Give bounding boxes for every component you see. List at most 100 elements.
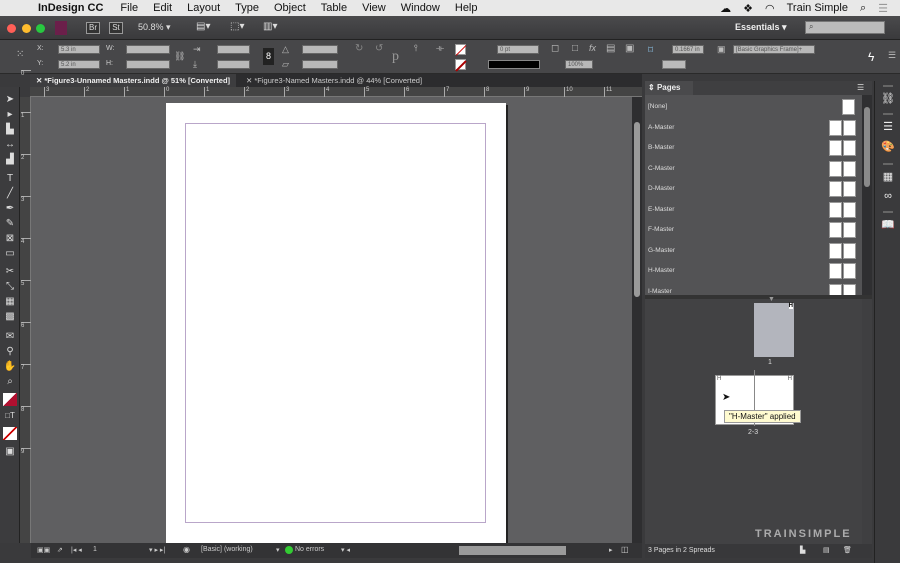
opacity-field[interactable]: 100% [565,60,593,69]
document-page[interactable] [166,103,506,544]
shear-angle-field[interactable] [302,60,338,69]
rotate-cw-icon[interactable]: ↻ [355,43,363,54]
preflight-dropdown-arrow[interactable]: ▾ [276,546,280,554]
panel-menu-icon[interactable]: ☰ [888,50,896,61]
rectangle-frame-tool-icon[interactable]: ⊠ [3,232,17,245]
page-number-field[interactable]: 1 [93,546,153,553]
page-tool-icon[interactable]: ▙ [3,123,17,136]
zoom-window-button[interactable] [36,24,45,33]
object-style-dropdown[interactable]: [Basic Graphics Frame]+ [733,45,815,54]
screen-mode-icon[interactable]: ⬚▾ [230,21,244,32]
minimize-window-button[interactable] [22,24,31,33]
master-thumbnail[interactable] [843,201,856,218]
book-icon[interactable]: 📖 [879,217,897,233]
wifi-icon[interactable]: ◠ [765,2,775,15]
menu-layout[interactable]: Layout [187,2,220,14]
y-position-field[interactable]: 5.2 in [58,60,100,69]
master-row[interactable]: E-Master [645,200,860,220]
master-thumbnail[interactable] [829,222,842,238]
master-row[interactable]: D-Master [645,179,860,199]
corner-shape-dropdown[interactable] [662,60,686,69]
open-page-icon[interactable]: ▣▣ [37,546,50,554]
menu-window[interactable]: Window [401,2,440,14]
page-dropdown-arrow[interactable]: ▾ ▸ ▸| [149,546,165,554]
type-tool-icon[interactable]: T [3,172,17,185]
menu-object[interactable]: Object [274,2,306,14]
menu-type[interactable]: Type [235,2,259,14]
page-1-thumbnail[interactable]: H [754,303,794,357]
vertical-scrollbar[interactable] [632,97,642,543]
select-content-icon[interactable]: ⟛ [436,43,444,54]
master-thumbnail[interactable] [843,242,856,259]
scroll-right-arrow[interactable]: ▸ [609,546,613,554]
wrap-bounding-icon[interactable]: ▣ [625,43,634,54]
app-menu[interactable]: InDesign CC [38,2,103,14]
frame-offset-field[interactable]: 0.1667 in [672,45,704,54]
gap-tool-icon[interactable]: ↔ [3,138,17,151]
help-search-input[interactable]: ⌕ [805,21,885,34]
rotation-angle-field[interactable] [302,45,338,54]
zoom-level-dropdown[interactable]: 50.8% ▾ [138,22,171,33]
master-row[interactable]: B-Master [645,138,860,158]
horizontal-ruler[interactable]: 3 2 1 0 1 2 3 4 5 6 7 8 9 10 11 [30,87,642,97]
master-row[interactable]: [None] [645,97,860,117]
scissors-tool-icon[interactable]: ✂ [3,265,17,278]
creative-cloud-icon[interactable]: ☁ [720,2,731,15]
master-thumbnail[interactable] [829,160,842,177]
width-field[interactable] [126,45,170,54]
user-name[interactable]: Train Simple [787,2,848,14]
constrain-scale-icon[interactable]: 8 [263,48,274,65]
errors-menu-arrow[interactable]: ▾ ◂ [341,546,350,554]
content-collector-icon[interactable]: ▟ [3,153,17,166]
split-window-icon[interactable]: ◫ [621,545,629,554]
scale-x-field[interactable] [217,45,250,54]
quick-apply-icon[interactable]: ϟ [868,50,874,64]
stock-button[interactable]: St [109,22,123,34]
frame-fitting-icon[interactable]: □ [572,43,578,54]
gradient-feather-tool-icon[interactable]: ▩ [3,310,17,323]
eyedropper-tool-icon[interactable]: ⚲ [3,345,17,358]
preflight-icon[interactable]: ◉ [183,545,190,554]
spotlight-icon[interactable]: ⌕ [860,2,866,15]
table-panel-icon[interactable]: ▦ [879,169,897,185]
master-thumbnail[interactable] [829,263,842,279]
fill-stroke-icon[interactable] [3,393,17,406]
masters-scroll-thumb[interactable] [864,107,870,187]
vertical-ruler[interactable]: 0 1 2 3 4 5 6 7 8 9 [20,70,31,543]
selection-tool-icon[interactable]: ➤ [3,93,17,106]
master-row[interactable]: G-Master [645,241,860,261]
delete-page-icon[interactable]: 🗑 [843,544,852,558]
zoom-tool-icon[interactable]: ⌕ [3,375,17,388]
reference-point-icon[interactable]: ⁙ [16,49,24,60]
master-row[interactable]: F-Master [645,220,860,240]
master-thumbnail[interactable] [843,160,856,177]
close-window-button[interactable] [7,24,16,33]
apply-none-icon[interactable] [3,427,17,440]
pages-panel-menu-icon[interactable]: ☰ [857,83,864,92]
view-options-icon[interactable]: ▤▾ [196,21,210,32]
effects-icon[interactable]: fx [589,43,596,53]
hand-tool-icon[interactable]: ✋ [3,360,17,373]
stroke-weight-field[interactable]: 0 pt [497,45,539,54]
rotate-ccw-icon[interactable]: ↺ [375,43,383,54]
note-tool-icon[interactable]: ✉ [3,330,17,343]
fill-swatch[interactable] [455,44,467,56]
menu-edit[interactable]: Edit [153,2,172,14]
drop-shadow-icon[interactable]: ◻ [551,43,559,54]
scale-y-field[interactable] [217,60,250,69]
screen-mode-icon[interactable]: ▣ [3,445,17,458]
swatches-icon[interactable]: 🎨 [879,139,897,155]
tab-unnamed-masters[interactable]: ✕ *Figure3-Unnamed Masters.indd @ 51% [C… [30,74,236,87]
dock-grip[interactable] [883,113,893,115]
stroke-swatch[interactable] [455,59,467,72]
dropbox-icon[interactable]: ❖ [743,2,753,15]
bridge-button[interactable]: Br [86,22,100,34]
master-thumbnail[interactable] [829,119,842,136]
arrange-documents-icon[interactable]: ▥▾ [263,21,277,32]
master-row[interactable]: A-Master [645,118,860,138]
pen-tool-icon[interactable]: ✒ [3,202,17,215]
cc-libraries-icon[interactable]: ∞ [879,188,897,204]
dock-grip[interactable] [883,85,893,87]
tab-named-masters[interactable]: ✕ *Figure3-Named Masters.indd @ 44% [Con… [240,74,450,87]
master-thumbnail[interactable] [829,181,842,197]
